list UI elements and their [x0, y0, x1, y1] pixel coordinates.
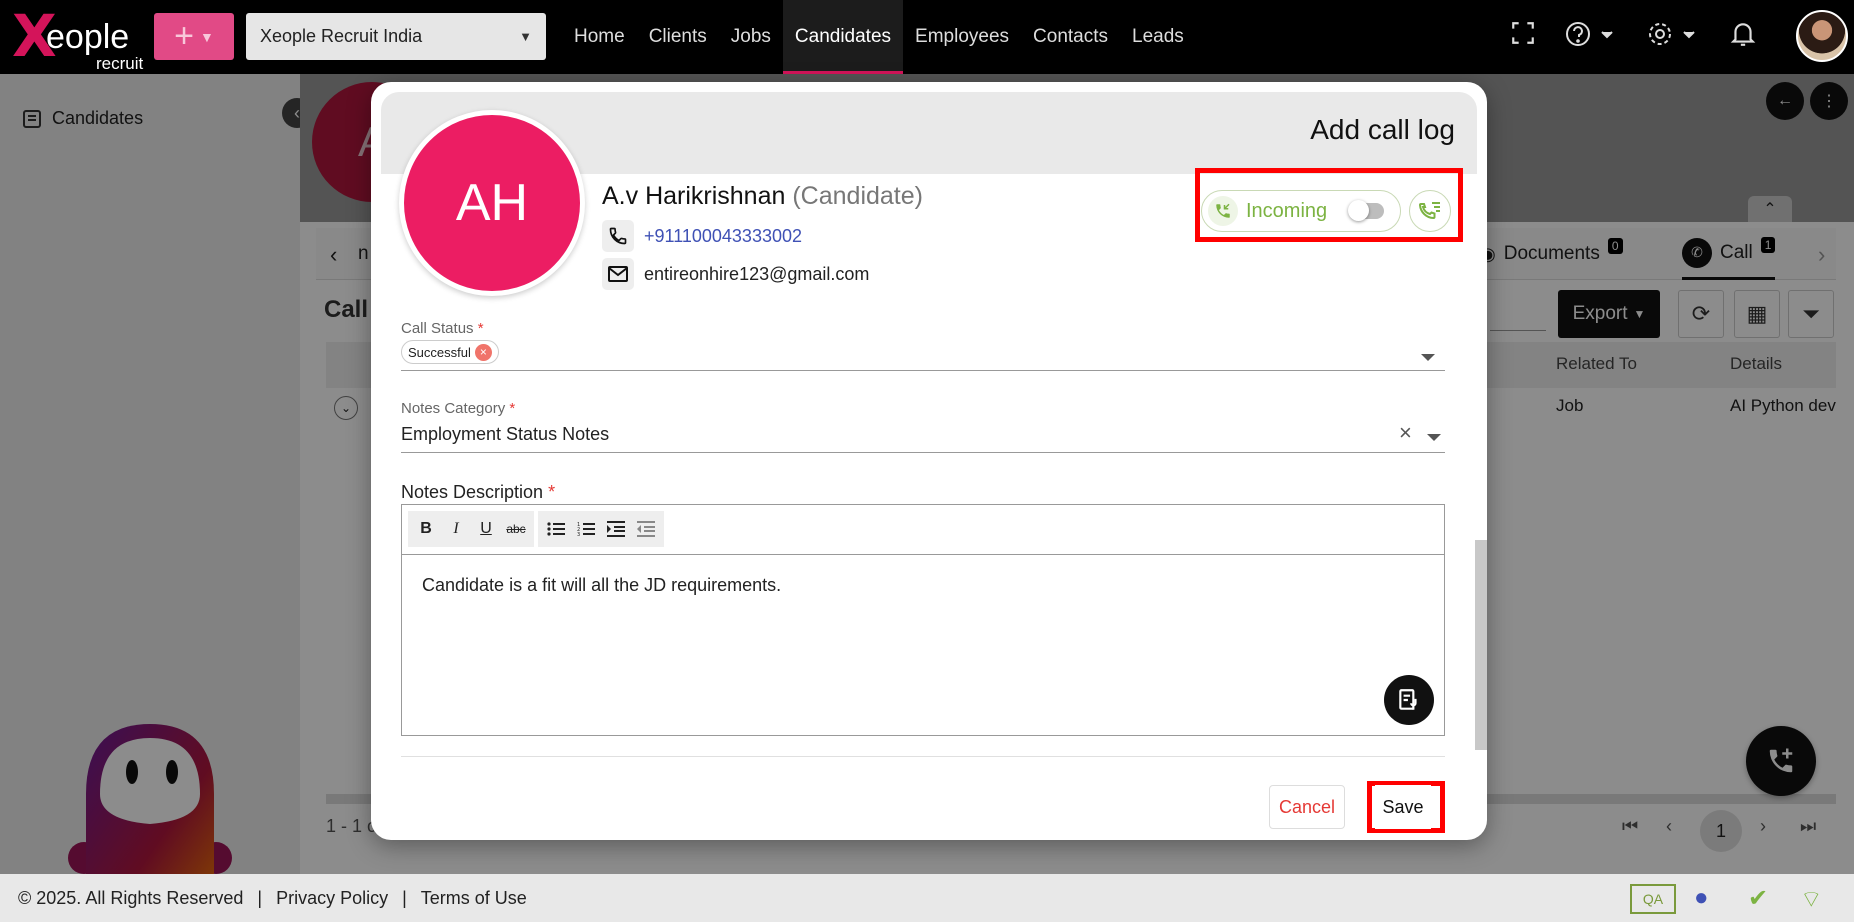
add-call-log-dialog: Add call log AH A.v Harikrishnan (Candid…: [371, 82, 1487, 840]
candidate-name: A.v Harikrishnan (Candidate): [602, 182, 923, 210]
candidate-phone-link[interactable]: +911100043333002: [644, 226, 802, 247]
nav-clients[interactable]: Clients: [637, 0, 719, 74]
underline-button[interactable]: U: [472, 515, 500, 543]
organization-select-value: Xeople Recruit India: [260, 26, 423, 46]
call-status-value: Successful: [408, 344, 471, 360]
dialog-divider: [401, 756, 1445, 757]
account-icon[interactable]: ●: [1694, 884, 1709, 912]
cancel-button[interactable]: Cancel: [1269, 785, 1345, 829]
candidate-email: entireonhire123@gmail.com: [644, 263, 870, 284]
italic-button[interactable]: I: [442, 515, 470, 543]
caret-down-icon: ▼: [200, 28, 214, 45]
call-direction-label: Incoming: [1246, 199, 1328, 222]
logo-word: eople: [46, 18, 130, 56]
caret-down-icon: ▼: [519, 29, 532, 44]
check-icon: ✔: [1748, 885, 1769, 912]
candidate-phone-row: +911100043333002: [602, 220, 802, 252]
notes-description-text[interactable]: Candidate is a fit will all the JD requi…: [422, 575, 781, 596]
dialog-title: Add call log: [1310, 114, 1455, 145]
notes-category-dropdown-arrow[interactable]: [1427, 434, 1441, 441]
dialog-scrollbar[interactable]: [1475, 540, 1487, 750]
nav-candidates[interactable]: Candidates: [782, 0, 904, 74]
list-group: 123: [538, 511, 664, 547]
svg-text:3: 3: [577, 532, 580, 537]
save-button[interactable]: Save: [1375, 785, 1431, 829]
notes-description-label: Notes Description *: [401, 482, 556, 502]
candidate-avatar: AH: [399, 110, 585, 296]
copyright: © 2025. All Rights Reserved: [18, 887, 244, 908]
call-status-select[interactable]: [401, 370, 1445, 371]
notes-category-value[interactable]: Employment Status Notes: [401, 424, 609, 445]
call-status-dropdown-arrow[interactable]: [1421, 354, 1435, 361]
top-bar: X eople recruit + ▼ Xeople Recruit India…: [0, 0, 1854, 74]
footer-separator: |: [257, 887, 263, 908]
footer-separator: |: [402, 887, 407, 908]
notes-category-select[interactable]: [401, 452, 1445, 453]
voice-dictation-button[interactable]: [1384, 675, 1434, 725]
candidate-role: (Candidate): [792, 182, 923, 210]
editor-toolbar: B I U abc 123: [402, 505, 1444, 555]
call-status-label: Call Status *: [401, 320, 484, 337]
fullscreen-icon[interactable]: [1510, 20, 1536, 54]
wifi-icon: ⌔: [1800, 886, 1823, 913]
nav-leads[interactable]: Leads: [1120, 0, 1196, 74]
plus-icon: +: [174, 17, 194, 55]
direction-switch[interactable]: [1348, 200, 1384, 221]
notes-category-label: Notes Category *: [401, 400, 516, 417]
call-status-chip: Successful ×: [401, 340, 499, 364]
nav-employees[interactable]: Employees: [903, 0, 1021, 74]
call-direction-toggle[interactable]: Incoming: [1201, 190, 1401, 232]
logo-sub: recruit: [96, 54, 144, 73]
environment-badge: QA: [1630, 884, 1676, 914]
xeople-logo[interactable]: X eople recruit: [12, 6, 143, 73]
format-group: B I U abc: [408, 511, 534, 547]
incoming-call-icon: [1208, 196, 1238, 226]
phone-icon: [602, 220, 634, 252]
footer: © 2025. All Rights Reserved | Privacy Po…: [0, 874, 1854, 922]
privacy-policy-link[interactable]: Privacy Policy: [276, 888, 388, 909]
terms-of-use-link[interactable]: Terms of Use: [421, 888, 527, 909]
numbered-list-icon[interactable]: 123: [572, 515, 600, 543]
strikethrough-button[interactable]: abc: [502, 515, 530, 543]
bullet-list-icon[interactable]: [542, 515, 570, 543]
call-list-icon: [1418, 202, 1440, 220]
remove-chip-icon[interactable]: ×: [474, 343, 492, 361]
call-list-button[interactable]: [1409, 190, 1451, 232]
dictation-icon: [1399, 689, 1417, 710]
nav-contacts[interactable]: Contacts: [1021, 0, 1120, 74]
mail-icon: [602, 258, 634, 290]
user-avatar[interactable]: [1796, 10, 1848, 62]
help-icon[interactable]: [1564, 20, 1616, 56]
bell-icon[interactable]: [1730, 20, 1756, 56]
indent-icon[interactable]: [602, 515, 630, 543]
candidate-email-row: entireonhire123@gmail.com: [602, 258, 869, 290]
nav-jobs[interactable]: Jobs: [719, 0, 783, 74]
notes-description-editor[interactable]: B I U abc 123 Candidate is a fit will al…: [401, 504, 1445, 736]
clear-icon[interactable]: ×: [1399, 420, 1412, 446]
main-nav: Home Clients Jobs Candidates Employees C…: [562, 0, 1196, 74]
organization-select[interactable]: Xeople Recruit India ▼: [246, 13, 546, 60]
settings-icon[interactable]: [1646, 20, 1698, 56]
bold-button[interactable]: B: [412, 515, 440, 543]
quick-add-button[interactable]: + ▼: [154, 13, 234, 60]
outdent-icon[interactable]: [632, 515, 660, 543]
nav-home[interactable]: Home: [562, 0, 637, 74]
